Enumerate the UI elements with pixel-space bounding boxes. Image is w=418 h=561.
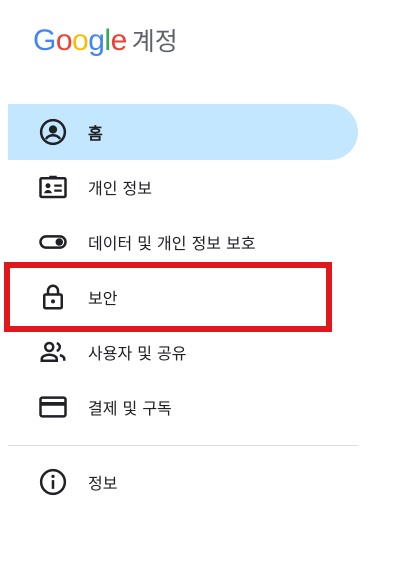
id-card-icon <box>38 172 68 202</box>
nav-item-label: 홈 <box>88 124 103 143</box>
info-icon <box>38 467 68 497</box>
nav-divider <box>8 445 358 446</box>
wordmark-letter: e <box>110 24 128 57</box>
nav-item-label: 결제 및 구독 <box>88 399 172 418</box>
nav-item-label: 사용자 및 공유 <box>88 344 187 363</box>
google-account-logo[interactable]: Google 계정 <box>33 22 178 62</box>
wordmark-letter: o <box>55 24 73 57</box>
toggle-icon <box>38 227 68 257</box>
wordmark-letter: g <box>88 24 105 57</box>
credit-card-icon <box>38 392 68 422</box>
google-wordmark: Google <box>33 24 127 58</box>
nav-item-security[interactable]: 보안 <box>8 269 358 325</box>
wordmark-letter: o <box>72 24 89 57</box>
nav-item-about[interactable]: 정보 <box>8 454 358 510</box>
nav-item-data-privacy[interactable]: 데이터 및 개인 정보 보호 <box>8 214 358 270</box>
nav-item-home[interactable]: 홈 <box>8 104 358 160</box>
nav-item-payments-subscriptions[interactable]: 결제 및 구독 <box>8 379 358 435</box>
nav-item-label: 데이터 및 개인 정보 보호 <box>88 234 256 253</box>
nav-item-personal-info[interactable]: 개인 정보 <box>8 159 358 215</box>
lock-icon <box>38 282 68 312</box>
nav-item-people-sharing[interactable]: 사용자 및 공유 <box>8 324 358 380</box>
product-name: 계정 <box>131 27 178 56</box>
account-circle-icon <box>38 117 68 147</box>
wordmark-letter: G <box>33 24 56 57</box>
nav-item-label: 보안 <box>88 289 118 308</box>
nav-item-label: 정보 <box>88 474 118 493</box>
people-icon <box>38 337 68 367</box>
nav-item-label: 개인 정보 <box>88 179 152 198</box>
